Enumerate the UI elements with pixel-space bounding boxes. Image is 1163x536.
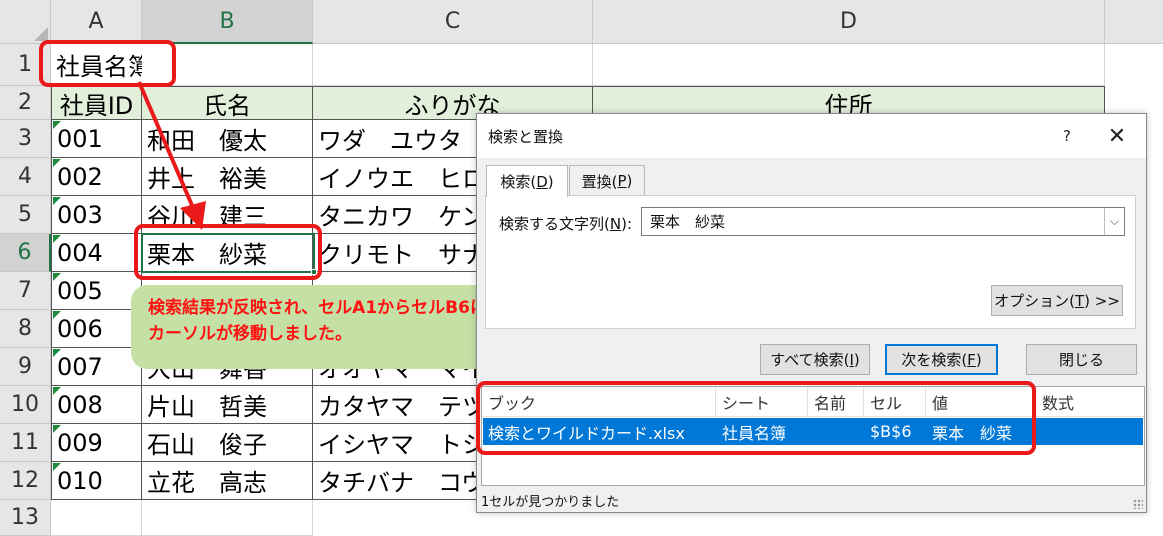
search-input-value[interactable]: 栗本 紗菜 [650, 208, 725, 235]
search-input[interactable]: 栗本 紗菜 ⌵ [641, 207, 1125, 236]
tab-replace-label: 置換( [581, 172, 618, 191]
tab-find-label: 検索( [500, 173, 537, 191]
results-col-formula[interactable]: 数式 [1036, 387, 1144, 417]
options-label: オプション( [994, 292, 1075, 310]
help-icon[interactable]: ? [1055, 124, 1079, 148]
tab-find[interactable]: 検索(D) [486, 165, 568, 197]
tab-replace[interactable]: 置換(P) [569, 165, 645, 196]
options-key: T [1074, 291, 1085, 310]
options-button[interactable]: オプション(T) >> [991, 285, 1123, 316]
tab-replace-key: P [617, 172, 627, 190]
find-next-button[interactable]: 次を検索(F) [885, 344, 998, 375]
find-all-label: すべて検索( [770, 351, 850, 369]
arrow-head [180, 201, 206, 230]
find-next-key: F [967, 350, 976, 369]
find-all-button[interactable]: すべて検索(I) [760, 344, 870, 375]
search-label-end: ): [621, 215, 632, 233]
tab-replace-suffix: ) [626, 172, 633, 190]
search-string-label: 検索する文字列(N): [499, 213, 632, 234]
find-all-end: ) [853, 350, 860, 369]
options-end: ) >> [1084, 291, 1120, 310]
search-label-key: N [609, 215, 622, 233]
status-bar: 1セルが見つかりました [481, 494, 620, 510]
resize-grip-icon[interactable] [1133, 499, 1143, 509]
arrow-line [137, 81, 196, 211]
dialog-title[interactable]: 検索と置換 [477, 114, 1146, 158]
tab-find-key: D [536, 172, 548, 191]
find-next-label: 次を検索( [901, 351, 968, 369]
search-label-text: 検索する文字列( [499, 215, 610, 233]
close-button[interactable]: 閉じる [1026, 344, 1137, 375]
highlight-box-results [476, 381, 1036, 455]
close-icon[interactable]: ✕ [1103, 122, 1131, 150]
tab-find-suffix: ) [547, 172, 554, 191]
find-next-end: ) [975, 350, 982, 369]
chevron-down-icon[interactable]: ⌵ [1104, 208, 1124, 235]
